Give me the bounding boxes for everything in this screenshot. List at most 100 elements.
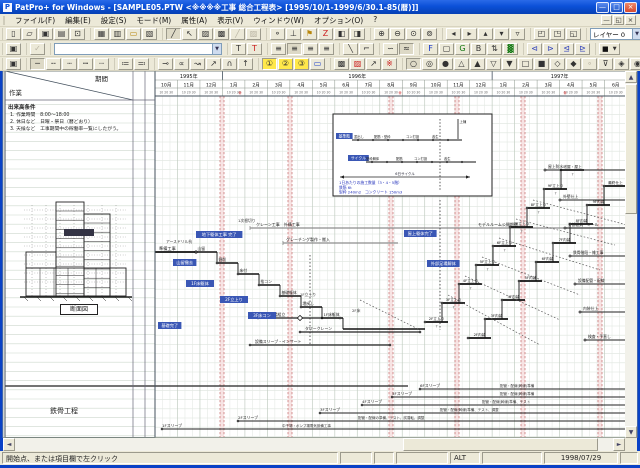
menu-view[interactable]: 表示(V)	[212, 14, 248, 27]
chevron-down-icon[interactable]: ▼	[611, 46, 619, 52]
line-dot-button[interactable]: ┄	[62, 58, 77, 70]
open-button[interactable]: ▱	[22, 28, 37, 40]
wave-tool-button[interactable]: ≈	[399, 43, 414, 55]
link-arc-button[interactable]: ∩	[222, 58, 237, 70]
chart-view-button[interactable]: ▦	[94, 28, 109, 40]
menu-option[interactable]: オプション(O)	[309, 14, 368, 27]
layer-select[interactable]: レイヤー 0▼	[590, 28, 640, 40]
chevron-down-icon[interactable]: ▼	[212, 44, 221, 54]
list-style1-button[interactable]: ≔	[118, 58, 133, 70]
node-diamond-button[interactable]: ◇	[550, 58, 565, 70]
line-solid-button[interactable]: ─	[30, 58, 45, 70]
node-square-fill-button[interactable]: ■	[534, 58, 549, 70]
fit-both-button[interactable]: ⊴	[559, 43, 574, 55]
node-tri-up-button[interactable]: △	[454, 58, 469, 70]
save-button[interactable]: ▣	[38, 28, 53, 40]
zoom-out-button[interactable]: ⊖	[390, 28, 405, 40]
marker-bar-button[interactable]: ▭	[310, 58, 325, 70]
menu-settings[interactable]: 設定(S)	[96, 14, 132, 27]
close-button[interactable]: ×	[624, 2, 637, 13]
zoom-in-button[interactable]: ⊕	[374, 28, 389, 40]
fit-right-button[interactable]: ⊳	[543, 43, 558, 55]
node-tri-up-fill-button[interactable]: ▲	[470, 58, 485, 70]
window-cascade-button[interactable]: ◰	[534, 28, 549, 40]
jump-up-button[interactable]: ▴	[478, 28, 493, 40]
hatch-red-button[interactable]: ▨	[350, 58, 365, 70]
draw-tool-button[interactable]: ╱	[166, 28, 181, 40]
text-color-button[interactable]: T	[247, 43, 262, 55]
node-tri-down-fill-button[interactable]: ▼	[502, 58, 517, 70]
align-center-button[interactable]: ≡	[287, 43, 302, 55]
diagram-view-button[interactable]: ▧	[142, 28, 157, 40]
vertical-scrollbar[interactable]: ▲ ▼	[625, 71, 637, 438]
frame-button[interactable]: ▢	[439, 43, 454, 55]
link-curve-button[interactable]: ↝	[190, 58, 205, 70]
flag-tool-button[interactable]: ⚑	[302, 28, 317, 40]
line-down-button[interactable]: ╲	[343, 43, 358, 55]
align-justify-button[interactable]: ≡	[319, 43, 334, 55]
lightning-tool-button[interactable]: Z	[318, 28, 333, 40]
minimize-button[interactable]: —	[596, 2, 609, 13]
node-circle-fill-button[interactable]: ●	[438, 58, 453, 70]
task-name-combo[interactable]: ▼	[54, 43, 222, 55]
menu-window[interactable]: ウィンドウ(W)	[248, 14, 309, 27]
node-funnel-button[interactable]: ⊽	[598, 58, 613, 70]
connect-tool-button[interactable]: ⚬	[270, 28, 285, 40]
jump-right-button[interactable]: ▸	[462, 28, 477, 40]
node-diamond-fill-button[interactable]: ◆	[566, 58, 581, 70]
bold-button[interactable]: B	[471, 43, 486, 55]
scroll-left-icon[interactable]: ◄	[3, 438, 15, 451]
menu-mode[interactable]: モード(M)	[131, 14, 176, 27]
print-preview-button[interactable]: ⊡	[70, 28, 85, 40]
align-right-button[interactable]: ≡	[303, 43, 318, 55]
grid-toggle-button[interactable]: ▣	[6, 43, 21, 55]
mdi-close-button[interactable]: ×	[625, 15, 636, 25]
menu-help[interactable]: ?	[368, 14, 382, 27]
bring-front-button[interactable]: ◨	[350, 28, 365, 40]
align-left-button[interactable]: ≡	[271, 43, 286, 55]
erase-button[interactable]: ▨	[246, 28, 261, 40]
link-diag-button[interactable]: ↗	[206, 58, 221, 70]
fit-none-button[interactable]: ⊵	[575, 43, 590, 55]
node-square-button[interactable]: □	[518, 58, 533, 70]
marker1-button[interactable]: ①	[262, 58, 277, 70]
menu-file[interactable]: ファイル(F)	[10, 14, 60, 27]
vertical-scroll-thumb[interactable]	[625, 84, 637, 214]
mdi-restore-button[interactable]: ◱	[613, 15, 624, 25]
select-tool-button[interactable]: ↖	[182, 28, 197, 40]
font-button[interactable]: F	[423, 43, 438, 55]
horizontal-scroll-thumb[interactable]	[403, 438, 598, 451]
maximize-button[interactable]: □	[610, 2, 623, 13]
node-circle-dot-button[interactable]: ◎	[422, 58, 437, 70]
marker2-button[interactable]: ②	[278, 58, 293, 70]
horizontal-scrollbar[interactable]: ◄ ►	[3, 438, 625, 451]
vertical-text-button[interactable]: ⇅	[487, 43, 502, 55]
node-circle-button[interactable]: ○	[406, 58, 421, 70]
fit-left-button[interactable]: ⊲	[527, 43, 542, 55]
list-style2-button[interactable]: ≕	[134, 58, 149, 70]
level-tool-button[interactable]: ⊥	[286, 28, 301, 40]
link-up-button[interactable]: ↑	[238, 58, 253, 70]
text-add-button[interactable]: T	[231, 43, 246, 55]
zoom-region-button[interactable]: ⊚	[422, 28, 437, 40]
scroll-up-icon[interactable]: ▲	[625, 71, 637, 83]
jump-down-button[interactable]: ▾	[494, 28, 509, 40]
paste-attr-button[interactable]: ▩	[214, 28, 229, 40]
star-red-button[interactable]: ※	[382, 58, 397, 70]
green-text-button[interactable]: G	[455, 43, 470, 55]
scroll-down-icon[interactable]: ▼	[625, 426, 637, 438]
link-split-button[interactable]: ∝	[174, 58, 189, 70]
node-tri-down-button[interactable]: ▽	[486, 58, 501, 70]
new-button[interactable]: ▯	[6, 28, 21, 40]
node-diamond-split-button[interactable]: ◈	[614, 58, 629, 70]
scroll-right-icon[interactable]: ►	[613, 438, 625, 451]
curve-tool-button[interactable]: ∽	[383, 43, 398, 55]
chevron-down-icon[interactable]: ▼	[632, 29, 640, 39]
table-view-button[interactable]: ▥	[110, 28, 125, 40]
apply-button[interactable]: ✓	[30, 43, 45, 55]
line-dashdot-button[interactable]: ┉	[78, 58, 93, 70]
folder-view-button[interactable]: ▭	[126, 28, 141, 40]
jump-left-button[interactable]: ◂	[446, 28, 461, 40]
format-toggle-button[interactable]: ▣	[6, 58, 21, 70]
line-corner-button[interactable]: ⌐	[359, 43, 374, 55]
